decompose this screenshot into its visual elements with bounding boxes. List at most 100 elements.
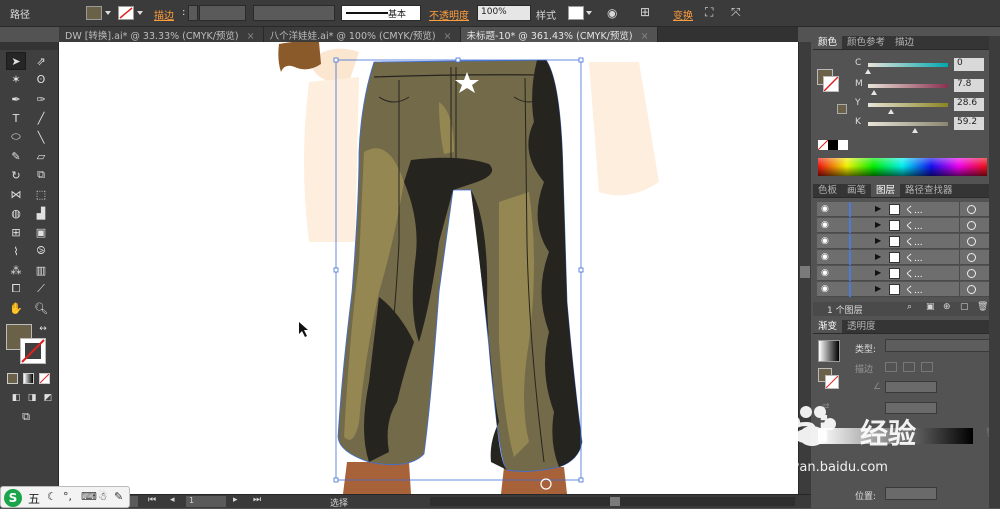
settings-icon[interactable]: ✎ bbox=[114, 490, 123, 503]
tab-layers[interactable]: 图层 bbox=[871, 184, 901, 197]
tab-gradient[interactable]: 渐变 bbox=[813, 320, 843, 333]
locate-object-icon[interactable]: ⌕ bbox=[907, 302, 912, 312]
shape-builder-icon[interactable]: ◍ bbox=[6, 204, 26, 222]
tab-document-1[interactable]: DW [转换].ai* @ 33.33% (CMYK/预览) × bbox=[59, 27, 264, 42]
style-swatch[interactable] bbox=[568, 6, 584, 20]
gradient-preview[interactable] bbox=[818, 340, 840, 362]
target-icon[interactable] bbox=[967, 285, 976, 294]
panel-dock-strip[interactable] bbox=[989, 36, 1000, 508]
stroke-weight-field[interactable] bbox=[199, 5, 246, 21]
tools-panel-grip[interactable] bbox=[0, 42, 58, 50]
black-swatch[interactable] bbox=[828, 140, 838, 150]
stroke-within-icon[interactable] bbox=[885, 362, 897, 372]
expand-icon[interactable]: ▶ bbox=[875, 236, 881, 245]
gradient-icon[interactable]: ▣ bbox=[31, 223, 51, 241]
stroke-label[interactable]: 描边 bbox=[154, 7, 174, 22]
color-spectrum[interactable] bbox=[818, 158, 987, 176]
skin-icon[interactable]: ☃ bbox=[98, 490, 108, 503]
tab-color-guide[interactable]: 颜色参考 bbox=[842, 36, 890, 49]
direct-select-icon[interactable]: ⇗ bbox=[31, 52, 51, 70]
stroke-across-icon[interactable] bbox=[921, 362, 933, 372]
mesh-icon[interactable]: ⊞ bbox=[6, 223, 26, 241]
yellow-slider[interactable] bbox=[868, 103, 948, 107]
tab-transparency[interactable]: 透明度 bbox=[842, 320, 881, 333]
slice-icon[interactable]: ⟋ bbox=[31, 280, 51, 298]
magenta-value[interactable]: 7.8 bbox=[954, 79, 984, 92]
rotate-icon[interactable]: ↻ bbox=[6, 166, 26, 184]
last-page-icon[interactable]: ⏭ bbox=[253, 495, 261, 505]
screen-mode-icon[interactable]: ⧉ bbox=[16, 408, 36, 426]
hand-icon[interactable]: ✋ bbox=[6, 299, 26, 317]
close-icon[interactable]: × bbox=[641, 31, 649, 42]
eye-icon[interactable]: ◉ bbox=[821, 268, 829, 278]
type-icon[interactable]: T bbox=[6, 109, 26, 127]
blend-icon[interactable]: ⧁ bbox=[31, 242, 51, 260]
eyedropper-icon[interactable]: ⌇ bbox=[6, 242, 26, 260]
expand-icon[interactable]: ▶ bbox=[875, 284, 881, 293]
next-page-icon[interactable]: ▸ bbox=[233, 495, 238, 505]
none-swatch[interactable] bbox=[818, 140, 828, 150]
tab-brushes[interactable]: 画笔 bbox=[842, 184, 871, 197]
keyboard-icon[interactable]: ⌨ bbox=[81, 490, 97, 503]
layer-row[interactable]: ◉ ▶ く... bbox=[817, 202, 996, 217]
expand-icon[interactable]: ▶ bbox=[875, 220, 881, 229]
variable-width-dropdown[interactable] bbox=[253, 5, 335, 21]
brush-icon[interactable]: ╲ bbox=[31, 128, 51, 146]
page-field[interactable]: 1 bbox=[186, 496, 226, 507]
gradient-position-field[interactable] bbox=[885, 487, 937, 500]
scale-icon[interactable]: ⧉ bbox=[31, 166, 51, 184]
transform-label[interactable]: 变换 bbox=[673, 7, 693, 22]
target-icon[interactable] bbox=[967, 205, 976, 214]
style-dropdown-icon[interactable] bbox=[584, 6, 594, 20]
stroke-style-dropdown[interactable]: 基本 bbox=[341, 5, 421, 21]
lasso-icon[interactable]: ʘ bbox=[31, 70, 51, 88]
magic-wand-icon[interactable]: ✶ bbox=[6, 70, 26, 88]
align-icon[interactable]: ⊞ bbox=[640, 5, 650, 19]
ime-toolbar[interactable]: S 五 ☾ °, ⌨ ☃ ✎ bbox=[0, 486, 130, 508]
width-icon[interactable]: ⋈ bbox=[6, 185, 26, 203]
stroke-along-icon[interactable] bbox=[903, 362, 915, 372]
isolate-icon[interactable]: ⛶ bbox=[705, 5, 713, 20]
fill-swatch[interactable] bbox=[86, 6, 102, 20]
tab-color[interactable]: 颜色 bbox=[813, 36, 843, 49]
stroke-swatch[interactable] bbox=[118, 6, 134, 20]
stroke-weight-stepper[interactable] bbox=[188, 5, 198, 21]
ime-logo-icon[interactable]: S bbox=[4, 489, 22, 507]
new-sublayer-icon[interactable]: ⊕ bbox=[943, 302, 951, 312]
tab-document-3[interactable]: 未标题-10* @ 361.43% (CMYK/预览) × bbox=[460, 27, 658, 42]
free-transform-icon[interactable]: ⬚ bbox=[31, 185, 51, 203]
prev-page-icon[interactable]: ◂ bbox=[170, 495, 175, 505]
magenta-slider[interactable] bbox=[868, 84, 948, 88]
close-icon[interactable]: × bbox=[444, 31, 452, 42]
layer-row[interactable]: ◉ ▶ く... bbox=[817, 234, 996, 249]
tab-document-2[interactable]: 八个洋娃娃.ai* @ 100% (CMYK/预览) × bbox=[263, 27, 461, 42]
expand-icon[interactable]: ▶ bbox=[875, 204, 881, 213]
black-value[interactable]: 59.2 bbox=[954, 117, 984, 130]
cyan-slider[interactable] bbox=[868, 63, 948, 67]
eye-icon[interactable]: ◉ bbox=[821, 220, 829, 230]
first-page-icon[interactable]: ⏮ bbox=[148, 495, 156, 505]
stroke-dropdown-icon[interactable] bbox=[135, 6, 145, 20]
layer-row[interactable]: ◉ ▶ く... bbox=[817, 282, 996, 297]
artboard[interactable] bbox=[59, 42, 798, 494]
close-icon[interactable]: × bbox=[247, 31, 255, 42]
symbol-sprayer-icon[interactable]: ⁂ bbox=[6, 261, 26, 279]
layer-row[interactable]: ◉ ▶ く... bbox=[817, 266, 996, 281]
expand-icon[interactable]: ▶ bbox=[875, 268, 881, 277]
draw-inside-icon[interactable]: ◩ bbox=[38, 389, 58, 407]
live-paint-icon[interactable]: ▟ bbox=[31, 204, 51, 222]
new-layer-icon[interactable]: ▢ bbox=[960, 302, 969, 312]
trash-icon[interactable]: 🗑︎ bbox=[977, 302, 988, 312]
cyan-value[interactable]: 0 bbox=[954, 58, 984, 71]
target-icon[interactable] bbox=[967, 269, 976, 278]
pen-icon[interactable]: ✒ bbox=[6, 90, 26, 108]
yellow-value[interactable]: 28.6 bbox=[954, 98, 984, 111]
layer-row[interactable]: ◉ ▶ く... bbox=[817, 250, 996, 265]
moon-icon[interactable]: ☾ bbox=[47, 490, 57, 503]
gradient-mode-icon[interactable] bbox=[23, 373, 34, 384]
tab-pathfinder[interactable]: 路径查找器 bbox=[900, 184, 958, 197]
gradient-angle-field[interactable] bbox=[885, 381, 937, 393]
target-icon[interactable] bbox=[967, 237, 976, 246]
target-icon[interactable] bbox=[967, 221, 976, 230]
eye-icon[interactable]: ◉ bbox=[821, 252, 829, 262]
